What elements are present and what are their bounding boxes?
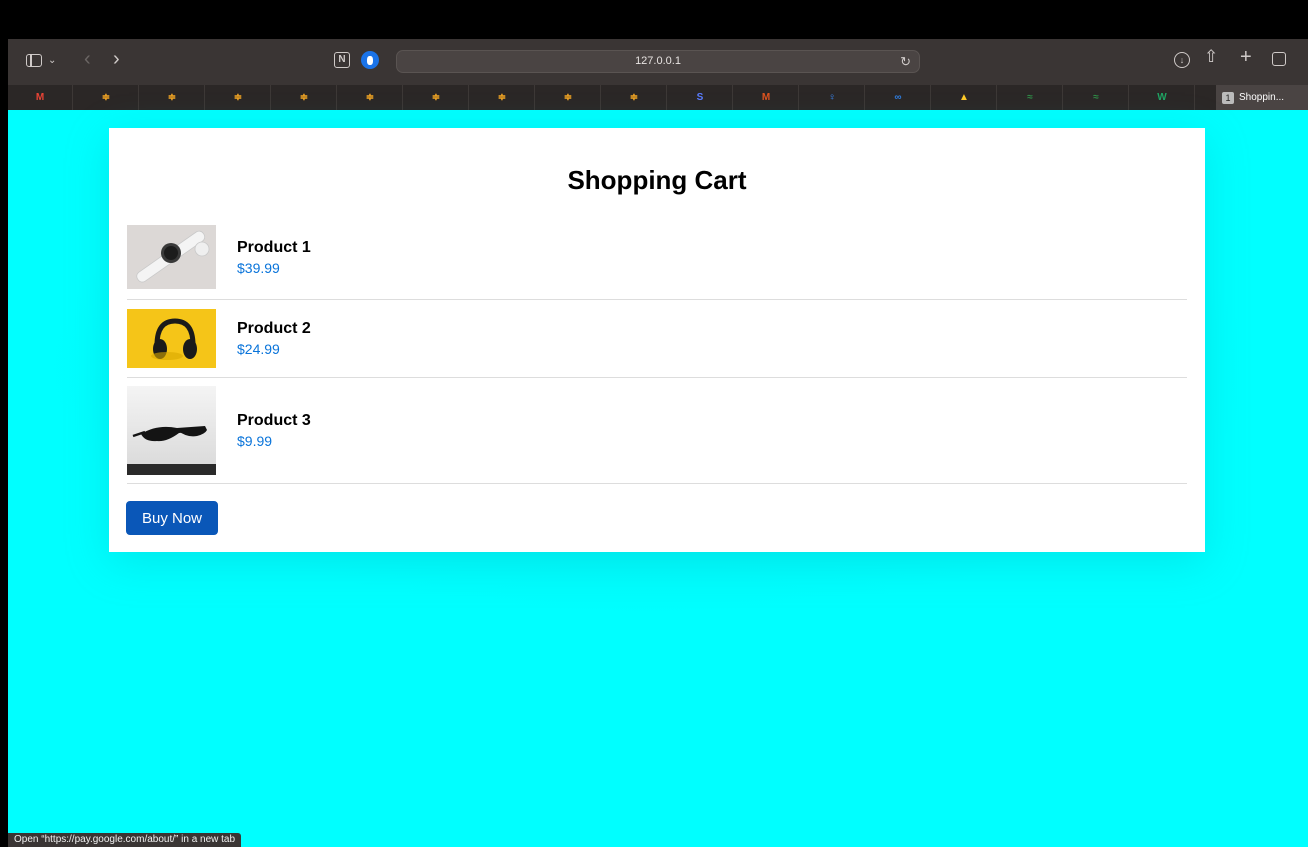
extension-icon[interactable] xyxy=(361,51,379,69)
app-icon: S xyxy=(696,92,704,103)
app-icon: ∞ xyxy=(894,92,902,103)
product-name: Product 3 xyxy=(237,411,311,429)
tab-shopping-cart[interactable]: 1 Shoppin... xyxy=(1216,85,1308,110)
product-name: Product 1 xyxy=(237,238,311,256)
tab-index-badge: 1 xyxy=(1222,91,1234,104)
menu-bar-area xyxy=(8,8,1308,39)
bookmarks-bar: M ≑ ≑ ≑ ≑ ≑ ≑ ≑ ≑ ≑ S M ♀ ∞ ▲ ≈ ≈ W 1 Shoppin... xyxy=(8,85,1308,110)
product-info: Product 3 $9.99 xyxy=(237,411,311,451)
bookmark-item[interactable]: ≑ xyxy=(338,85,403,110)
extension-icon: ≑ xyxy=(167,92,177,103)
product-image-sunglasses xyxy=(127,386,216,475)
bookmark-item[interactable]: ≑ xyxy=(602,85,667,110)
buy-now-button[interactable]: Buy Now xyxy=(126,501,218,535)
bookmark-item[interactable]: ≑ xyxy=(272,85,337,110)
bookmark-item[interactable]: ♀ xyxy=(800,85,865,110)
url-text: 127.0.0.1 xyxy=(635,55,681,67)
bulb-icon: ♀ xyxy=(828,92,836,103)
notion-icon[interactable]: N xyxy=(334,52,350,68)
product-image-watch xyxy=(127,225,216,289)
cart-item: Product 1 $39.99 xyxy=(127,225,1187,300)
bookmark-item[interactable]: ∞ xyxy=(866,85,931,110)
product-price: $9.99 xyxy=(237,432,273,449)
gmail-icon: M xyxy=(35,92,45,103)
product-price: $39.99 xyxy=(237,259,280,276)
bookmark-item[interactable]: ≑ xyxy=(140,85,205,110)
bookmark-item[interactable]: ≑ xyxy=(206,85,271,110)
share-icon[interactable]: ⇧ xyxy=(1204,48,1218,65)
product-name: Product 2 xyxy=(237,319,311,337)
firebase-icon: ▲ xyxy=(959,92,969,103)
screen: ⌄ ‹ › N 127.0.0.1 ↻ ↓ ⇧ + M ≑ ≑ ≑ ≑ ≑ ≑ ≑ ≑ ≑ S M ♀ ∞… xyxy=(8,8,1308,847)
bookmark-item[interactable]: ≑ xyxy=(74,85,139,110)
page-title: Shopping Cart xyxy=(567,165,747,195)
gfg-icon: ≈ xyxy=(1027,92,1033,103)
status-bar-link-preview: Open “https://pay.google.com/about/” in … xyxy=(8,833,242,847)
extension-icon: ≑ xyxy=(629,92,639,103)
extension-icon: ≑ xyxy=(563,92,573,103)
bookmark-item[interactable]: ▲ xyxy=(932,85,997,110)
sidebar-icon[interactable] xyxy=(26,54,42,67)
product-info: Product 2 $24.99 xyxy=(237,319,311,359)
product-info: Product 1 $39.99 xyxy=(237,238,311,278)
cart-container: Shopping Cart Product 1 $39.99 Product 2… xyxy=(109,128,1205,552)
extension-icon: ≑ xyxy=(233,92,243,103)
app-icon: M xyxy=(761,92,771,103)
address-bar[interactable]: 127.0.0.1 ↻ xyxy=(396,50,920,73)
cart-item: Product 3 $9.99 xyxy=(127,378,1187,484)
app-icon: W xyxy=(1157,92,1167,103)
bookmark-item[interactable]: S xyxy=(668,85,733,110)
extension-icon: ≑ xyxy=(431,92,441,103)
chevron-down-icon[interactable]: ⌄ xyxy=(48,53,56,69)
bookmark-item[interactable]: ≈ xyxy=(998,85,1063,110)
new-tab-icon[interactable]: + xyxy=(1240,47,1252,67)
bookmark-item[interactable]: W xyxy=(1130,85,1195,110)
bookmark-item[interactable]: ≑ xyxy=(470,85,535,110)
extension-icon: ≑ xyxy=(497,92,507,103)
cart-item: Product 2 $24.99 xyxy=(127,300,1187,378)
bookmark-item[interactable]: ≈ xyxy=(1064,85,1129,110)
tab-label: Shoppin... xyxy=(1239,92,1285,103)
gfg-icon: ≈ xyxy=(1093,92,1099,103)
bookmark-item[interactable]: M xyxy=(734,85,799,110)
product-price: $24.99 xyxy=(237,340,280,357)
tab-overview-icon[interactable] xyxy=(1272,52,1286,66)
extension-icon: ≑ xyxy=(365,92,375,103)
forward-icon[interactable]: › xyxy=(113,49,120,69)
bookmark-item[interactable]: ≑ xyxy=(536,85,601,110)
extension-icon: ≑ xyxy=(101,92,111,103)
bookmark-item[interactable]: M xyxy=(8,85,73,110)
reload-icon[interactable]: ↻ xyxy=(900,54,911,70)
download-icon[interactable]: ↓ xyxy=(1174,52,1190,68)
product-image-headphones xyxy=(127,309,216,368)
extension-icon: ≑ xyxy=(299,92,309,103)
bookmark-item[interactable]: ≑ xyxy=(404,85,469,110)
browser-toolbar: ⌄ ‹ › N 127.0.0.1 ↻ ↓ ⇧ + xyxy=(8,39,1308,85)
back-icon[interactable]: ‹ xyxy=(84,49,91,69)
